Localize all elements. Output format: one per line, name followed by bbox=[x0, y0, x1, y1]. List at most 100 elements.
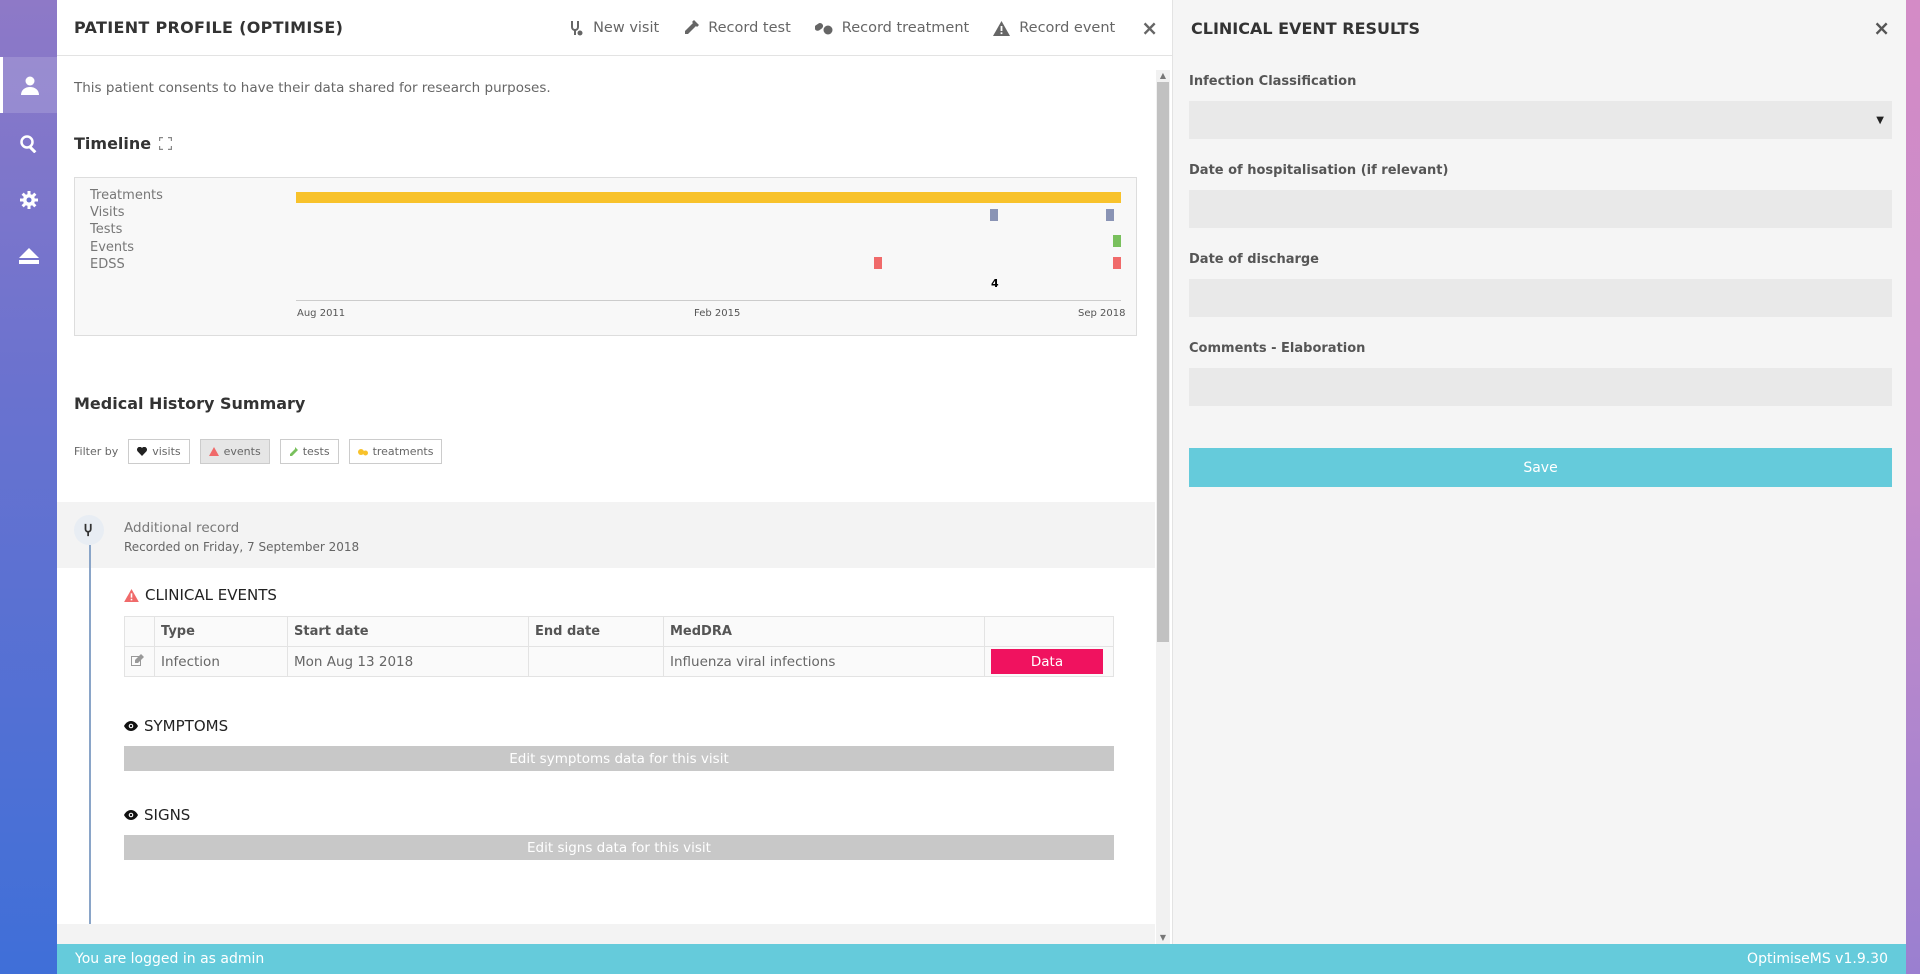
table-header-cell: Type bbox=[154, 616, 288, 647]
pills-icon bbox=[357, 448, 368, 455]
filter-events-label: events bbox=[223, 445, 261, 458]
record-timeline-line bbox=[89, 545, 91, 944]
visit-marker[interactable] bbox=[1106, 209, 1114, 221]
warning-icon bbox=[993, 20, 1011, 36]
warning-icon bbox=[208, 447, 219, 456]
scroll-up-arrow[interactable]: ▲ bbox=[1156, 70, 1170, 82]
date-discharge-field[interactable] bbox=[1189, 279, 1892, 317]
edit-cell[interactable] bbox=[124, 646, 155, 677]
sidebar-item-profile[interactable] bbox=[0, 57, 57, 113]
scrollbar[interactable]: ▲ ▼ bbox=[1156, 70, 1170, 944]
stethoscope-icon bbox=[84, 523, 92, 537]
treatment-bar[interactable] bbox=[296, 192, 1121, 203]
close-icon[interactable]: × bbox=[1141, 16, 1158, 40]
save-button[interactable]: Save bbox=[1189, 448, 1892, 487]
scroll-down-arrow[interactable]: ▼ bbox=[1156, 932, 1170, 944]
filter-tests-label: tests bbox=[302, 445, 330, 458]
record-test-button[interactable]: Record test bbox=[683, 20, 791, 36]
sidebar-item-search[interactable] bbox=[0, 116, 57, 172]
footer: You are logged in as admin OptimiseMS v1… bbox=[57, 944, 1906, 974]
table-header-cell: MedDRA bbox=[663, 616, 985, 647]
signs-label: SIGNS bbox=[144, 806, 191, 824]
warning-icon bbox=[124, 588, 139, 602]
comments-field[interactable] bbox=[1189, 368, 1892, 406]
filter-row: Filter by visits events tests treatments bbox=[74, 439, 452, 464]
record-subtitle: Recorded on Friday, 7 September 2018 bbox=[124, 540, 360, 554]
date-hospitalisation-field[interactable] bbox=[1189, 190, 1892, 228]
timeline-row-label: Events bbox=[90, 240, 135, 255]
scroll-thumb[interactable] bbox=[1157, 82, 1169, 642]
table-header-row: Type Start date End date MedDRA bbox=[124, 616, 1114, 647]
event-meddra-cell: Influenza viral infections bbox=[663, 646, 985, 677]
date-discharge-label: Date of discharge bbox=[1189, 252, 1319, 267]
filter-visits-button[interactable]: visits bbox=[128, 439, 190, 464]
record-header[interactable]: Additional record Recorded on Friday, 7 … bbox=[57, 502, 1155, 568]
filter-events-button[interactable]: events bbox=[199, 439, 270, 464]
comments-label: Comments - Elaboration bbox=[1189, 341, 1366, 356]
edit-signs-button[interactable]: Edit signs data for this visit bbox=[124, 835, 1114, 860]
expand-icon[interactable] bbox=[159, 137, 173, 150]
table-header-cell: End date bbox=[528, 616, 664, 647]
chevron-down-icon: ▼ bbox=[1876, 115, 1884, 126]
record-icon bbox=[74, 515, 104, 545]
timeline-heading: Timeline bbox=[74, 134, 173, 153]
table-header-cell bbox=[124, 616, 155, 647]
patient-profile-header: PATIENT PROFILE (OPTIMISE) New visit Rec… bbox=[57, 0, 1172, 56]
event-data-cell: Data bbox=[984, 646, 1114, 677]
filter-visits-label: visits bbox=[152, 445, 181, 458]
clinical-events-label: CLINICAL EVENTS bbox=[145, 586, 277, 604]
timeline-row-label: Tests bbox=[90, 222, 123, 237]
stethoscope-icon bbox=[571, 21, 583, 36]
table-row: Infection Mon Aug 13 2018 Influenza vira… bbox=[124, 646, 1114, 677]
clinical-event-results-panel: CLINICAL EVENT RESULTS × Infection Class… bbox=[1172, 0, 1906, 944]
record-event-button[interactable]: Record event bbox=[993, 20, 1115, 36]
user-icon bbox=[21, 76, 39, 95]
new-visit-label: New visit bbox=[593, 20, 660, 36]
table-header-cell bbox=[984, 616, 1114, 647]
app-version: OptimiseMS v1.9.30 bbox=[1747, 951, 1888, 967]
pipette-icon bbox=[289, 447, 298, 456]
sidebar-top-spacer bbox=[0, 0, 57, 57]
next-record-header[interactable] bbox=[57, 924, 1155, 944]
header-actions: New visit Record test Record treatment R… bbox=[544, 0, 1158, 56]
new-visit-button[interactable]: New visit bbox=[568, 20, 659, 36]
event-marker[interactable] bbox=[874, 257, 882, 269]
event-end-cell bbox=[528, 646, 664, 677]
sidebar-item-settings[interactable] bbox=[0, 172, 57, 228]
table-header-cell: Start date bbox=[287, 616, 529, 647]
event-start-cell: Mon Aug 13 2018 bbox=[287, 646, 529, 677]
filter-tests-button[interactable]: tests bbox=[279, 439, 339, 464]
sidebar bbox=[0, 0, 57, 974]
timeline-axis bbox=[296, 300, 1121, 301]
data-button[interactable]: Data bbox=[991, 649, 1103, 674]
results-header: CLINICAL EVENT RESULTS × bbox=[1173, 0, 1906, 56]
patient-profile-panel: PATIENT PROFILE (OPTIMISE) New visit Rec… bbox=[57, 0, 1172, 944]
edit-icon[interactable] bbox=[131, 653, 144, 666]
visit-marker[interactable] bbox=[990, 209, 998, 221]
edit-symptoms-button[interactable]: Edit symptoms data for this visit bbox=[124, 746, 1114, 771]
clinical-events-title: CLINICAL EVENTS bbox=[124, 586, 277, 604]
signs-title: SIGNS bbox=[124, 806, 190, 824]
record-treatment-label: Record treatment bbox=[841, 20, 970, 36]
timeline-title: Timeline bbox=[74, 134, 152, 153]
timeline-tick: Sep 2018 bbox=[1078, 308, 1126, 319]
timeline-tick: Feb 2015 bbox=[694, 308, 741, 319]
date-hospitalisation-label: Date of hospitalisation (if relevant) bbox=[1189, 163, 1449, 178]
infection-classification-label: Infection Classification bbox=[1189, 74, 1357, 89]
record-test-label: Record test bbox=[708, 20, 791, 36]
eye-icon bbox=[124, 810, 138, 820]
page-title: PATIENT PROFILE (OPTIMISE) bbox=[74, 18, 344, 37]
sidebar-item-logout[interactable] bbox=[0, 228, 57, 284]
event-marker[interactable] bbox=[1113, 257, 1121, 269]
symptoms-title: SYMPTOMS bbox=[124, 717, 228, 735]
record-treatment-button[interactable]: Record treatment bbox=[814, 20, 970, 36]
results-title: CLINICAL EVENT RESULTS bbox=[1191, 18, 1420, 38]
close-icon[interactable]: × bbox=[1873, 16, 1890, 40]
filter-treatments-button[interactable]: treatments bbox=[348, 439, 443, 464]
infection-classification-select[interactable]: ▼ bbox=[1189, 101, 1892, 139]
record-event-label: Record event bbox=[1019, 20, 1116, 36]
filter-label: Filter by bbox=[74, 445, 119, 458]
test-marker[interactable] bbox=[1113, 235, 1121, 247]
pills-icon bbox=[814, 23, 833, 35]
timeline-chart: Treatments Visits Tests Events EDSS 4 Au… bbox=[74, 177, 1137, 336]
